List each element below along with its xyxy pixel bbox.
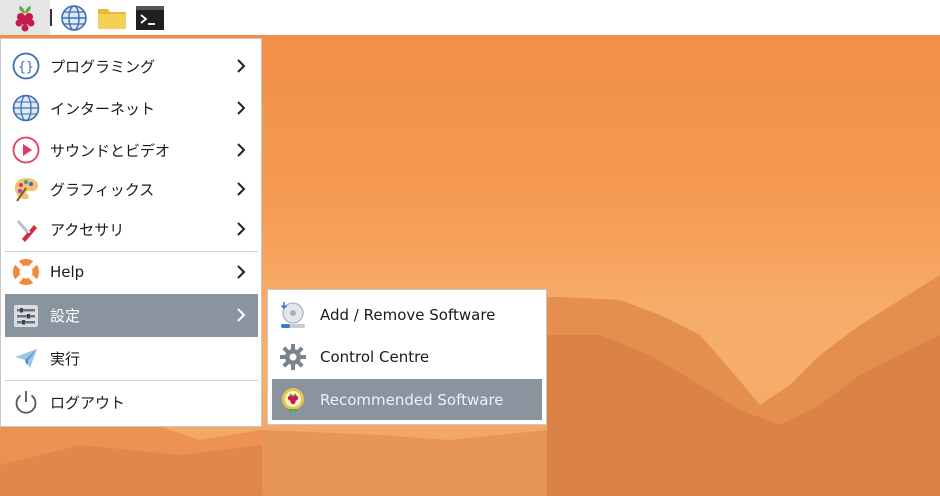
menu-item-programming[interactable]: {} プログラミング <box>5 46 258 86</box>
pocket-knife-icon <box>11 214 41 244</box>
menu-item-label: 実行 <box>50 349 81 368</box>
terminal-icon <box>136 5 164 30</box>
menu-item-graphics[interactable]: グラフィックス <box>5 169 258 209</box>
menu-item-internet[interactable]: インターネット <box>5 88 258 128</box>
play-icon <box>11 135 41 165</box>
chevron-right-icon <box>237 222 246 236</box>
gear-icon <box>278 342 308 372</box>
software-install-icon <box>278 300 308 330</box>
code-braces-icon: {} <box>11 51 41 81</box>
raspberry-logo-icon <box>15 5 35 31</box>
menu-item-sound-video[interactable]: サウンドとビデオ <box>5 130 258 170</box>
chevron-right-icon <box>237 182 246 196</box>
submenu-item-label: Recommended Software <box>320 390 504 409</box>
menu-item-settings[interactable]: 設定 <box>5 294 258 337</box>
menu-item-label: プログラミング <box>50 57 156 76</box>
settings-submenu: Add / Remove Software Control Centre Rec… <box>267 289 547 425</box>
svg-text:{}: {} <box>18 60 34 75</box>
menu-item-logout[interactable]: ログアウト <box>5 382 258 422</box>
power-icon <box>11 387 41 417</box>
settings-panel-icon <box>11 301 41 331</box>
chevron-right-icon <box>237 101 246 115</box>
chevron-right-icon <box>237 59 246 73</box>
menu-item-label: 設定 <box>50 307 81 325</box>
menu-item-help[interactable]: Help <box>5 252 258 292</box>
globe-icon <box>11 93 41 123</box>
menu-divider <box>5 380 258 381</box>
palette-icon <box>11 174 41 204</box>
folder-icon <box>98 8 126 29</box>
application-menu: {} プログラミング インターネット サウンドとビデオ グラフィックス アクセサ… <box>0 38 262 427</box>
chevron-right-icon <box>237 143 246 157</box>
chevron-right-icon <box>237 308 246 322</box>
submenu-item-label: Add / Remove Software <box>320 306 496 324</box>
menu-item-label: ログアウト <box>50 393 126 412</box>
raspberry-menu-button[interactable] <box>0 0 50 35</box>
top-panel <box>0 0 940 35</box>
submenu-item-label: Control Centre <box>320 348 430 366</box>
globe-icon <box>61 4 87 31</box>
paper-plane-icon <box>11 343 41 373</box>
menu-item-label: サウンドとビデオ <box>50 141 171 160</box>
menu-item-accessories[interactable]: アクセサリ <box>5 209 258 249</box>
raspberry-badge-icon <box>278 385 308 415</box>
chevron-right-icon <box>237 265 246 279</box>
submenu-item-add-remove-software[interactable]: Add / Remove Software <box>272 295 542 335</box>
panel-separator <box>50 9 52 26</box>
web-browser-launcher[interactable] <box>57 0 91 35</box>
submenu-item-recommended-software[interactable]: Recommended Software <box>272 379 542 420</box>
menu-item-label: グラフィックス <box>50 180 155 199</box>
file-manager-launcher[interactable] <box>95 0 129 35</box>
lifebuoy-icon <box>11 257 41 287</box>
menu-item-label: インターネット <box>50 99 156 118</box>
submenu-item-control-centre[interactable]: Control Centre <box>272 337 542 377</box>
menu-item-run[interactable]: 実行 <box>5 338 258 378</box>
menu-item-label: アクセサリ <box>50 220 125 239</box>
menu-item-label: Help <box>50 263 85 281</box>
terminal-launcher[interactable] <box>133 0 167 35</box>
